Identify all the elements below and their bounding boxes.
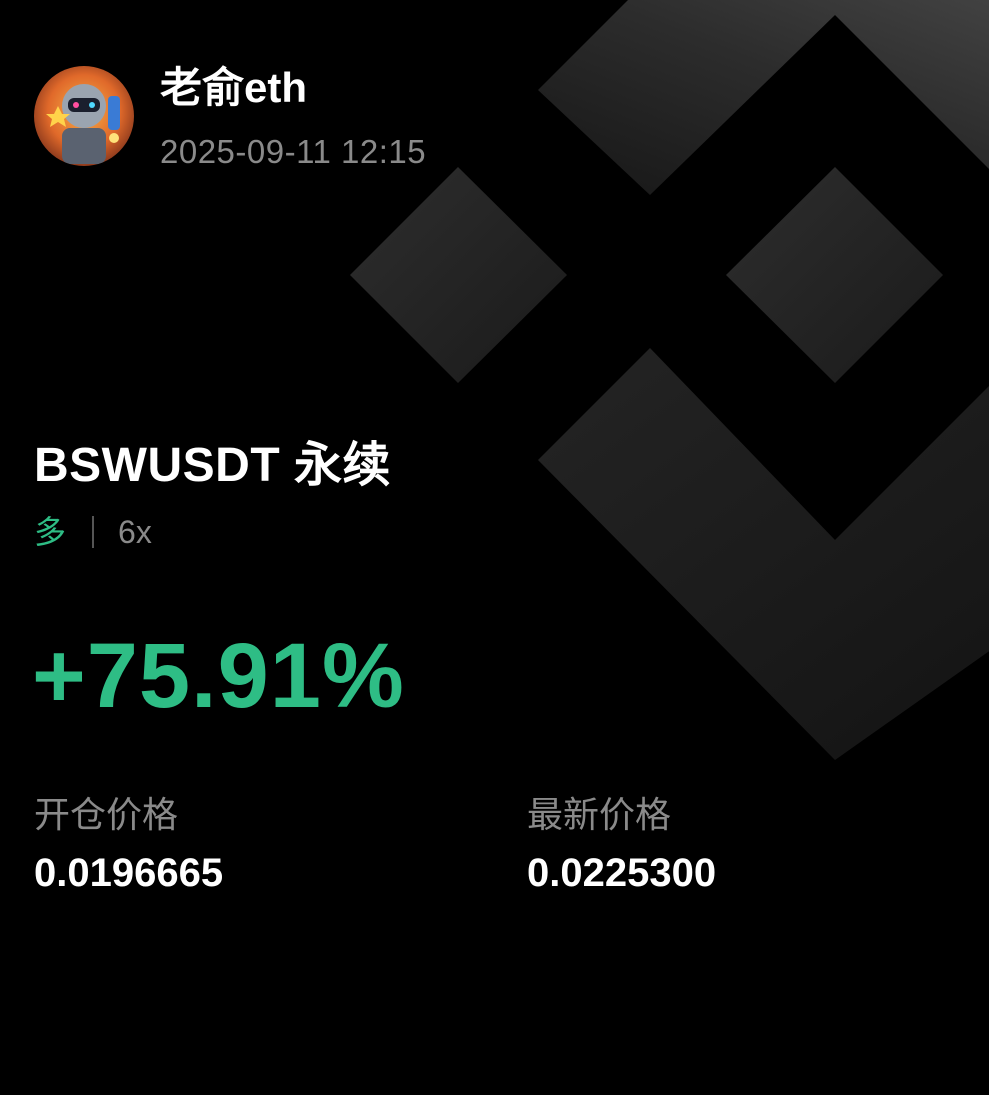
latest-price-block: 最新价格 0.0225300 [527,794,716,896]
entry-price-value: 0.0196665 [34,851,224,895]
latest-price-label: 最新价格 [527,794,672,835]
trading-pair: BSWUSDT 永续 [34,439,391,492]
post-timestamp: 2025-09-11 12:15 [160,133,427,170]
user-info: 老俞eth 2025-09-11 12:15 [160,66,426,170]
latest-price-value: 0.0225300 [527,851,717,895]
direction-badge: 多 [34,514,67,550]
entry-price-block: 开仓价格 0.0196665 [34,794,223,896]
entry-price-label: 开仓价格 [34,794,179,835]
leverage-value: 6x [118,514,152,550]
avatar[interactable] [34,66,134,166]
pnl-percent: +75.91% [32,625,405,727]
robot-avatar-icon [34,66,134,166]
divider [92,516,95,548]
username[interactable]: 老俞eth [160,66,426,110]
position-meta: 多 6x [34,512,152,552]
post-header: 老俞eth 2025-09-11 12:15 [34,66,426,170]
